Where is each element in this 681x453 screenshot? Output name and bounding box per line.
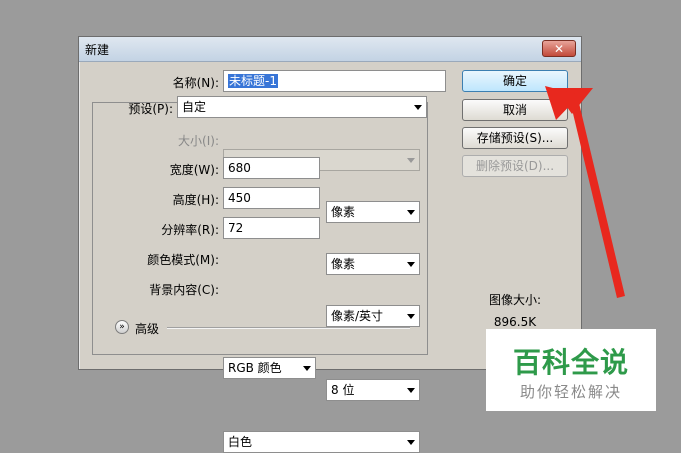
background-value: 白色	[228, 435, 253, 449]
chevron-down-icon	[407, 440, 415, 445]
watermark-main-text: 百科全说	[512, 346, 629, 379]
arrow-shaft	[571, 103, 625, 298]
watermark-sub-text: 助你轻松解决	[519, 383, 622, 401]
watermark-logo: 百科全说 助你轻松解决	[486, 329, 656, 411]
